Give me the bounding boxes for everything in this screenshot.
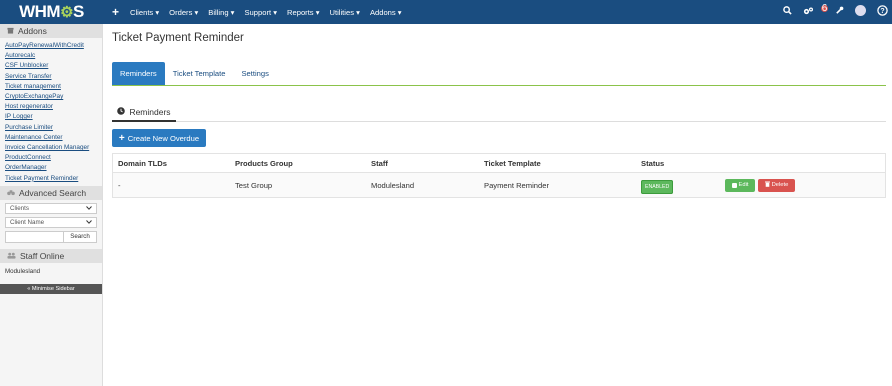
- search-icon[interactable]: [783, 6, 792, 18]
- svg-text:?: ?: [880, 8, 884, 15]
- addons-list: AutoPayRenewalWithCredit Autorecalc CSF …: [0, 38, 102, 186]
- search-field-value: Client Name: [10, 218, 45, 226]
- col-staff: Staff: [371, 158, 388, 168]
- main-nav: + Clients ▾ Orders ▾ Billing ▾ Support ▾…: [103, 0, 407, 24]
- notification-badge: 6: [821, 3, 828, 14]
- sidebar-item-invoice-cancellation-manager[interactable]: Invoice Cancellation Manager: [5, 143, 97, 153]
- chevron-down-icon: [86, 205, 92, 212]
- sidebar-item-ticket-payment-reminder[interactable]: Ticket Payment Reminder: [5, 174, 97, 184]
- cell-ticket-template: Payment Reminder: [484, 180, 549, 190]
- plus-icon: +: [118, 132, 125, 144]
- nav-addons[interactable]: Addons ▾: [365, 8, 407, 17]
- module-tabs: Reminders Ticket Template Settings: [112, 62, 886, 86]
- nav-clients[interactable]: Clients ▾: [125, 8, 164, 17]
- sidebar-item-autopayrenewalwithcredit[interactable]: AutoPayRenewalWithCredit: [5, 41, 97, 51]
- sidebar-item-maintenance-center[interactable]: Maintenance Center: [5, 133, 97, 143]
- tab-reminders[interactable]: Reminders: [112, 62, 165, 85]
- help-icon[interactable]: ?: [877, 5, 888, 19]
- top-navbar: WHM ⚙ S + Clients ▾ Orders ▾ Billing ▾ Sup…: [0, 0, 892, 24]
- avatar[interactable]: [855, 5, 866, 19]
- nav-billing[interactable]: Billing ▾: [203, 8, 239, 17]
- staff-online-header: Staff Online: [0, 248, 102, 263]
- search-input[interactable]: [5, 230, 64, 243]
- cell-domain-tlds: -: [118, 180, 121, 190]
- create-new-overdue-button[interactable]: + Create New Overdue: [112, 129, 206, 147]
- reminders-subtab-bar: Reminders: [112, 103, 886, 122]
- nav-support[interactable]: Support ▾: [239, 8, 282, 17]
- col-ticket-template: Ticket Template: [484, 158, 541, 168]
- sidebar-search-row: Search: [5, 230, 97, 243]
- nav-utilities[interactable]: Utilities ▾: [325, 8, 365, 17]
- table-row: - Test Group Modulesland Payment Reminde…: [113, 173, 885, 197]
- col-status: Status: [641, 158, 665, 168]
- edit-button[interactable]: Edit: [725, 178, 755, 192]
- nav-reports[interactable]: Reports ▾: [282, 8, 325, 17]
- addons-title: Addons: [18, 26, 47, 36]
- reminders-table: Domain TLDs Products Group Staff Ticket …: [112, 153, 886, 198]
- minimise-sidebar-button[interactable]: « Minimise Sidebar: [0, 283, 102, 294]
- logo-text-suffix: S: [73, 2, 84, 21]
- cell-products-group: Test Group: [235, 180, 273, 190]
- archive-icon: [7, 26, 14, 36]
- search-field-select[interactable]: Client Name: [5, 216, 97, 228]
- col-products-group: Products Group: [235, 158, 293, 168]
- addons-panel-header: Addons: [0, 24, 102, 38]
- users-icon: [7, 251, 16, 261]
- edit-label: Edit: [738, 182, 749, 188]
- search-button[interactable]: Search: [64, 230, 97, 243]
- chevron-down-icon: [86, 219, 92, 226]
- status-badge: ENABLED: [641, 179, 674, 194]
- sidebar-item-ticket-management[interactable]: Ticket management: [5, 82, 97, 92]
- whmcs-logo[interactable]: WHM ⚙ S: [0, 0, 103, 24]
- sidebar-item-autorecalc[interactable]: Autorecalc: [5, 51, 97, 61]
- tab-settings[interactable]: Settings: [233, 62, 276, 85]
- binoculars-icon: [7, 188, 15, 198]
- sidebar-item-csf-unblocker[interactable]: CSF Unblocker: [5, 61, 97, 71]
- nav-right-icons: 6 ?: [783, 0, 888, 24]
- row-actions: Edit Delete: [725, 178, 795, 192]
- sidebar-item-productconnect[interactable]: ProductConnect: [5, 153, 97, 163]
- sidebar-item-ordermanager[interactable]: OrderManager: [5, 163, 97, 173]
- create-new-overdue-label: Create New Overdue: [127, 133, 200, 143]
- delete-button[interactable]: Delete: [758, 178, 795, 192]
- cell-staff: Modulesland: [371, 180, 415, 190]
- clock-icon: [117, 106, 126, 117]
- subtab-reminders-label: Reminders: [129, 106, 171, 117]
- sidebar-item-ip-logger[interactable]: IP Logger: [5, 112, 97, 122]
- tab-ticket-template[interactable]: Ticket Template: [165, 62, 234, 85]
- add-icon[interactable]: +: [109, 5, 125, 19]
- sidebar-item-service-transfer[interactable]: Service Transfer: [5, 72, 97, 82]
- delete-label: Delete: [771, 182, 789, 188]
- page-title: Ticket Payment Reminder: [112, 32, 244, 44]
- subtab-reminders[interactable]: Reminders: [112, 103, 176, 122]
- status-badge-label: ENABLED: [641, 179, 674, 194]
- sidebar-item-host-regenerator[interactable]: Host regenerator: [5, 102, 97, 112]
- logo-text: WHM: [19, 2, 61, 21]
- trash-icon: [764, 181, 770, 189]
- cogs-icon[interactable]: 6: [803, 4, 828, 18]
- sidebar: Addons AutoPayRenewalWithCredit Autoreca…: [0, 24, 103, 386]
- search-type-value: Clients: [10, 204, 29, 212]
- advanced-search-title: Advanced Search: [19, 187, 87, 198]
- table-header: Domain TLDs Products Group Staff Ticket …: [113, 154, 885, 173]
- nav-orders[interactable]: Orders ▾: [164, 8, 203, 17]
- sidebar-item-cryptoexchangepay[interactable]: CryptoExchangePay: [5, 92, 97, 102]
- staff-online-name: Modulesland: [5, 267, 41, 275]
- edit-icon: [731, 182, 737, 188]
- search-type-select[interactable]: Clients: [5, 202, 97, 214]
- wrench-icon[interactable]: [835, 6, 844, 18]
- advanced-search-header: Advanced Search: [0, 185, 102, 200]
- sidebar-item-purchase-limiter[interactable]: Purchase Limiter: [5, 123, 97, 133]
- logo-cog-icon: ⚙: [60, 4, 74, 21]
- staff-online-title: Staff Online: [20, 250, 65, 261]
- col-domain-tlds: Domain TLDs: [118, 158, 167, 168]
